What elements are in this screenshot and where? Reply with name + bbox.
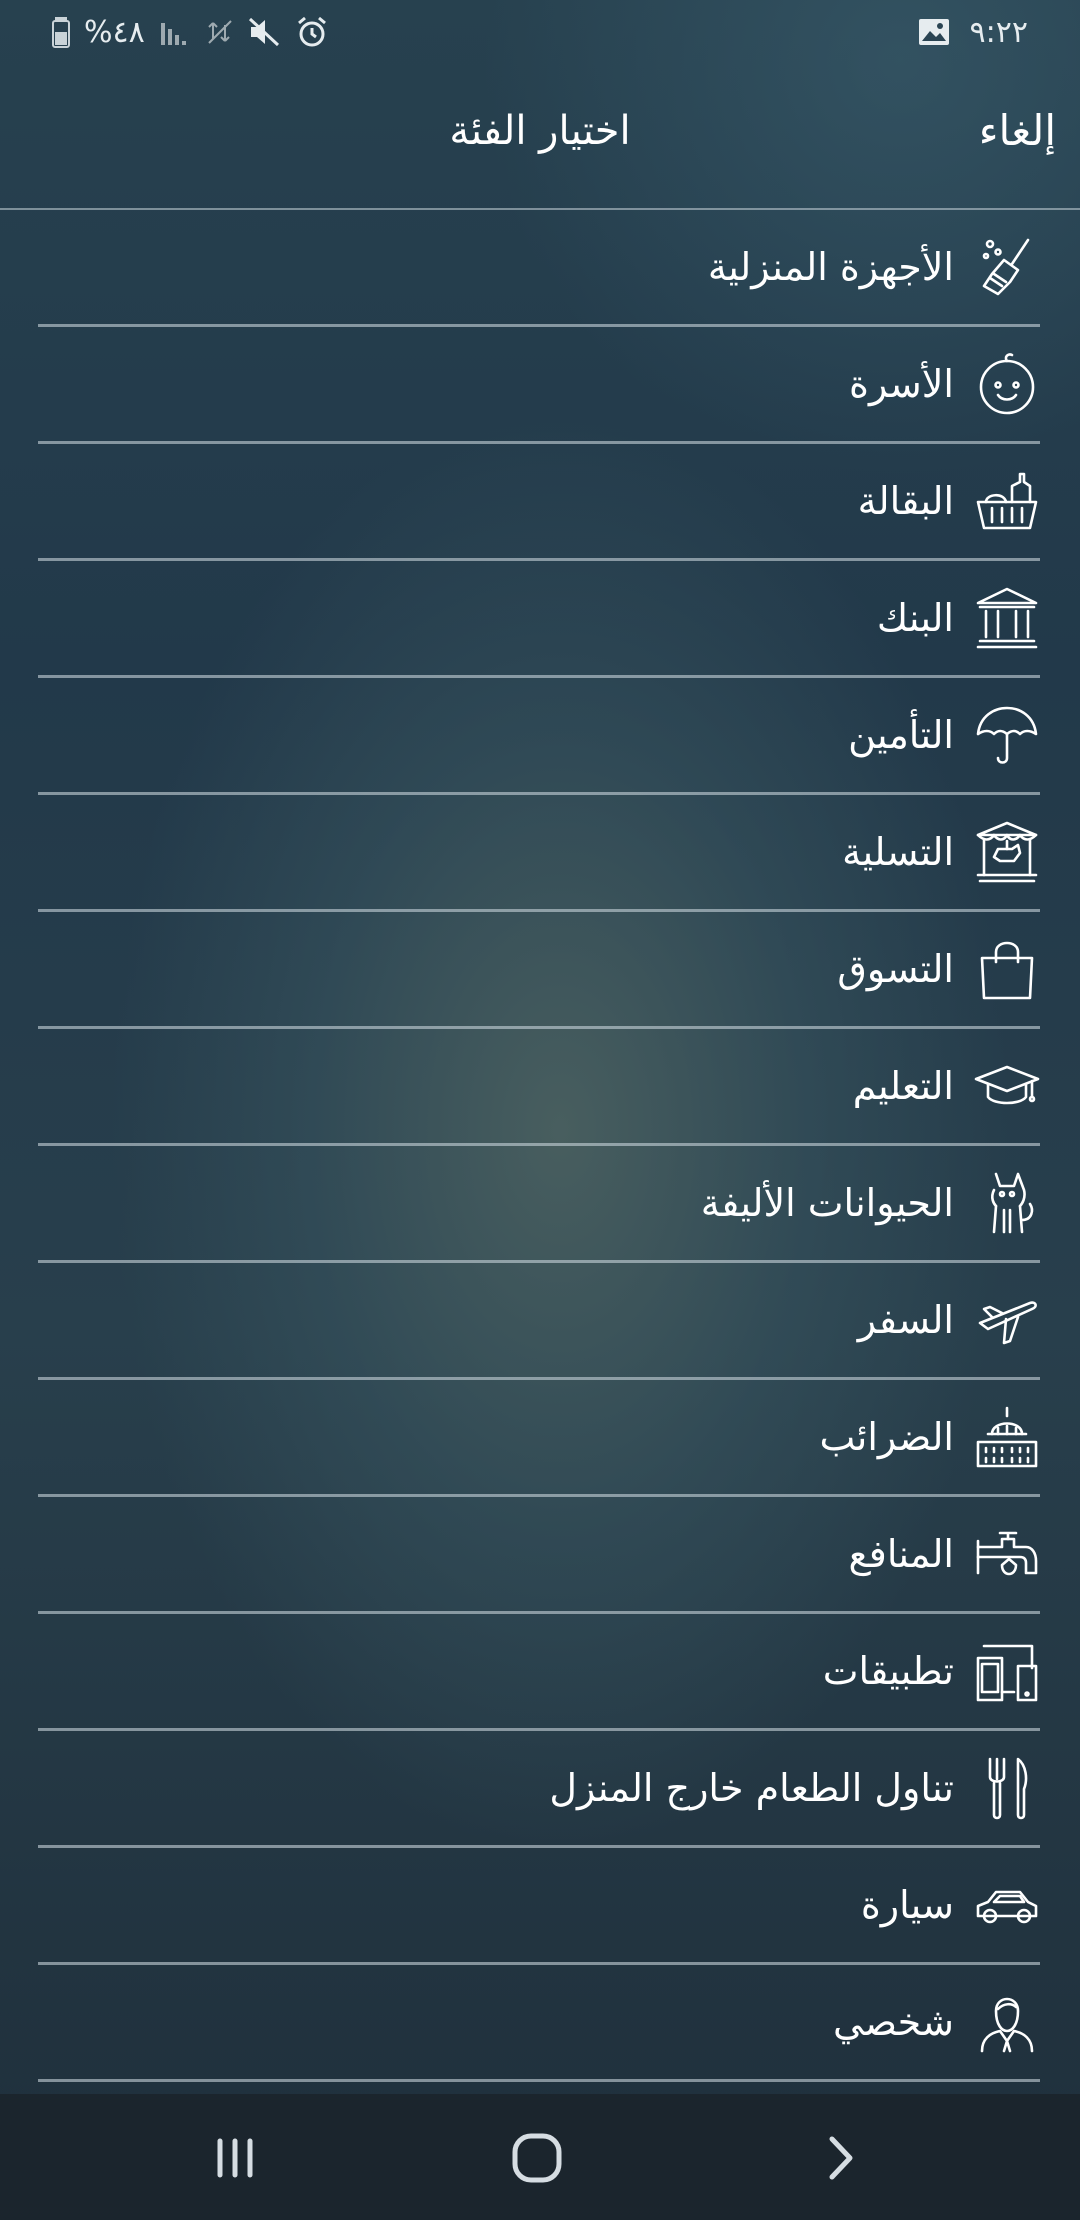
cat-icon xyxy=(974,1170,1040,1236)
category-item-taxes[interactable]: الضرائب xyxy=(38,1380,1040,1497)
carousel-icon xyxy=(974,819,1040,885)
mute-icon xyxy=(248,17,279,47)
baby-face-icon xyxy=(974,351,1040,417)
capitol-building-icon xyxy=(974,1404,1040,1470)
category-label: البنك xyxy=(876,596,954,640)
category-item-grocery[interactable]: البقالة xyxy=(38,444,1040,561)
grocery-basket-icon xyxy=(974,468,1040,534)
category-label: الأجهزة المنزلية xyxy=(707,245,954,289)
person-icon xyxy=(974,1989,1040,2055)
category-item-family[interactable]: الأسرة xyxy=(38,327,1040,444)
signal-icon xyxy=(160,23,186,45)
category-item-apps[interactable]: تطبيقات xyxy=(38,1614,1040,1731)
navigation-bar xyxy=(0,2094,1080,2220)
back-icon[interactable] xyxy=(806,2126,876,2190)
category-item-dining-out[interactable]: تناول الطعام خارج المنزل xyxy=(38,1731,1040,1848)
category-label: التسوق xyxy=(837,947,954,991)
category-item-utilities[interactable]: المنافع xyxy=(38,1497,1040,1614)
category-item-education[interactable]: التعليم xyxy=(38,1029,1040,1146)
category-label: الحيوانات الأليفة xyxy=(700,1181,954,1225)
category-label: الضرائب xyxy=(819,1415,954,1459)
graduation-cap-icon xyxy=(974,1053,1040,1119)
category-item-travel[interactable]: السفر xyxy=(38,1263,1040,1380)
category-label: المنافع xyxy=(848,1532,954,1576)
category-item-insurance[interactable]: التأمين xyxy=(38,678,1040,795)
category-item-entertainment[interactable]: التسلية xyxy=(38,795,1040,912)
category-item-car[interactable]: سيارة xyxy=(38,1848,1040,1965)
status-right: ٩:٢٢ xyxy=(918,12,1028,52)
home-icon[interactable] xyxy=(502,2126,572,2190)
header: اختيار الفئة إلغاء xyxy=(0,62,1080,210)
category-label: سيارة xyxy=(860,1883,954,1927)
fork-knife-icon xyxy=(974,1755,1040,1821)
category-label: تطبيقات xyxy=(822,1649,954,1693)
car-icon xyxy=(974,1872,1040,1938)
devices-icon xyxy=(974,1638,1040,1704)
category-item-bank[interactable]: البنك xyxy=(38,561,1040,678)
category-label: التعليم xyxy=(852,1064,954,1108)
status-bar: %٤٨ ٩:٢٢ xyxy=(0,0,1080,62)
category-list: الأجهزة المنزلية الأسرة البقالة البنك ال… xyxy=(38,210,1040,2082)
category-label: تناول الطعام خارج المنزل xyxy=(549,1766,954,1810)
bank-icon xyxy=(974,585,1040,651)
recent-apps-icon[interactable] xyxy=(200,2126,270,2190)
category-label: التسلية xyxy=(842,830,954,874)
category-label: الأسرة xyxy=(849,362,954,406)
category-item-pets[interactable]: الحيوانات الأليفة xyxy=(38,1146,1040,1263)
status-left: %٤٨ xyxy=(52,12,329,52)
water-tap-icon xyxy=(974,1521,1040,1587)
airplane-icon xyxy=(974,1287,1040,1353)
battery-percent: %٤٨ xyxy=(84,14,145,50)
category-label: البقالة xyxy=(857,479,954,523)
battery-icon xyxy=(52,17,70,48)
gallery-icon xyxy=(918,19,949,45)
shopping-bag-icon xyxy=(974,936,1040,1002)
category-item-home-appliances[interactable]: الأجهزة المنزلية xyxy=(38,210,1040,327)
umbrella-icon xyxy=(974,702,1040,768)
data-off-icon xyxy=(208,20,232,44)
broom-icon xyxy=(974,234,1040,300)
category-label: التأمين xyxy=(848,713,954,757)
cancel-button[interactable]: إلغاء xyxy=(979,106,1056,155)
alarm-icon xyxy=(297,16,326,47)
category-label: السفر xyxy=(857,1298,954,1342)
category-item-personal[interactable]: شخصي xyxy=(38,1965,1040,2082)
status-time: ٩:٢٢ xyxy=(969,14,1028,50)
page-title: اختيار الفئة xyxy=(449,108,631,154)
category-label: شخصي xyxy=(833,2000,954,2044)
category-item-shopping[interactable]: التسوق xyxy=(38,912,1040,1029)
